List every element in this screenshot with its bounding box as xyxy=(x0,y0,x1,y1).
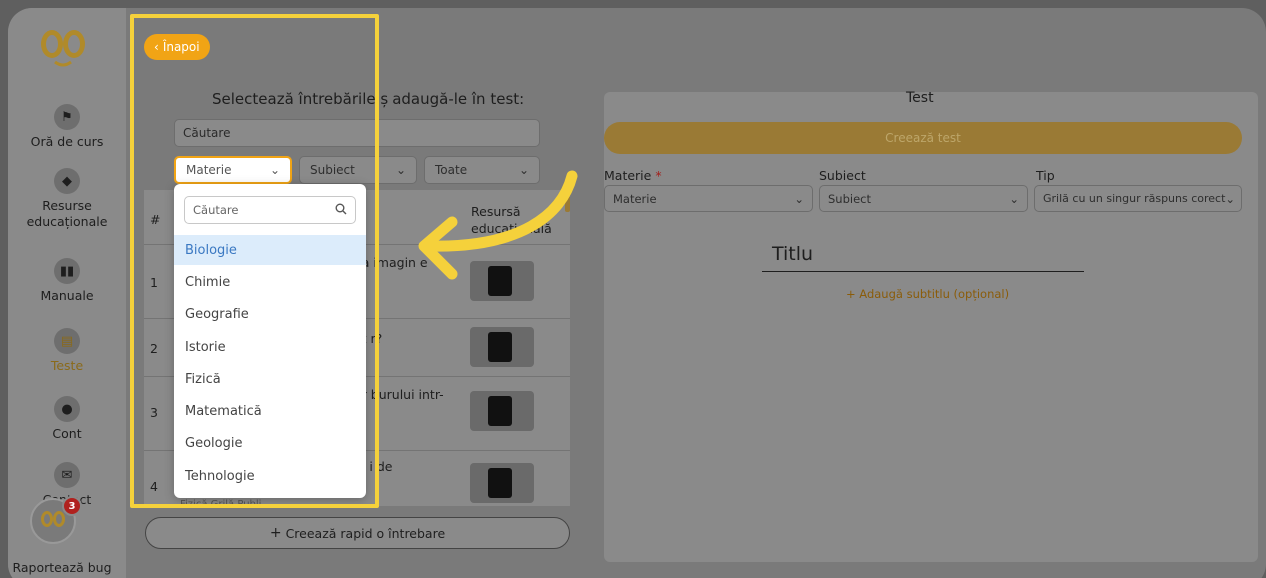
file-icon: ▤ xyxy=(54,328,80,354)
create-test-button[interactable]: Creează test xyxy=(604,122,1242,154)
col-resource-line1: Resursă xyxy=(471,204,521,219)
select-value: Materie xyxy=(613,191,657,206)
subiect-label: Subiect xyxy=(819,168,866,183)
back-button-label: Înapoi xyxy=(162,40,200,54)
test-materie-select[interactable]: Materie ⌄ xyxy=(604,185,813,212)
test-subiect-select[interactable]: Subiect ⌄ xyxy=(819,185,1028,212)
report-bug-label: Raportează bug xyxy=(12,560,112,575)
dropdown-option-tehnologie[interactable]: Tehnologie xyxy=(174,461,366,491)
dropdown-option-istorie[interactable]: Istorie xyxy=(174,332,366,362)
select-value: Grilă cu un singur răspuns corect xyxy=(1043,192,1226,205)
row-number: 1 xyxy=(150,275,158,290)
toate-filter-select[interactable]: Toate ⌄ xyxy=(424,156,540,184)
user-icon: ● xyxy=(54,396,80,422)
dropdown-option-geologie[interactable]: Geologie xyxy=(174,428,366,458)
add-subtitle-link[interactable]: + Adaugă subtitlu (opțional) xyxy=(846,287,1009,301)
scrollbar[interactable] xyxy=(565,196,570,212)
row-number: 2 xyxy=(150,341,158,356)
plus-icon: + xyxy=(269,525,282,541)
col-resource-header: Resursă educațională xyxy=(471,203,552,237)
dropdown-option-geografie[interactable]: Geografie xyxy=(174,299,366,329)
materie-dropdown-menu: Căutare Biologie Chimie Geografie Istori… xyxy=(174,184,366,498)
page-title: Selectează întrebările ș adaugă-le în tes… xyxy=(212,90,524,108)
dropdown-option-chimie[interactable]: Chimie xyxy=(174,267,366,297)
chevron-left-icon: ‹ xyxy=(154,40,159,54)
select-value: Materie xyxy=(186,163,232,177)
sidebar-item-label: Teste xyxy=(50,358,84,373)
title-part-1: Selectează întrebările ș xyxy=(212,90,389,108)
chevron-down-icon: ⌄ xyxy=(1009,191,1019,206)
row-number: 4 xyxy=(150,479,158,494)
dropdown-search-placeholder: Căutare xyxy=(193,203,239,217)
teacher-icon: ⚑ xyxy=(54,104,80,130)
resource-thumbnail xyxy=(470,327,534,367)
sidebar-item-ora-de-curs[interactable]: ⚑ Oră de curs xyxy=(8,104,126,149)
materie-label-text: Materie xyxy=(604,168,652,183)
question-search-input[interactable]: Căutare xyxy=(174,119,540,147)
required-mark: * xyxy=(655,168,662,183)
quick-create-question-button[interactable]: + Creează rapid o întrebare xyxy=(145,517,570,549)
chevron-down-icon: ⌄ xyxy=(395,163,406,177)
notification-badge: 3 xyxy=(62,496,82,516)
resource-thumbnail xyxy=(470,463,534,503)
cube-icon: ◆ xyxy=(54,168,80,194)
sidebar-item-resurse[interactable]: ◆ Resurse educaționale xyxy=(8,168,126,230)
tip-label: Tip xyxy=(1036,168,1055,183)
dropdown-search-input[interactable]: Căutare xyxy=(184,196,356,224)
test-title-input[interactable]: Titlu xyxy=(762,243,1084,272)
row-text: ar burului intr- xyxy=(354,387,444,402)
search-icon xyxy=(335,203,347,218)
book-icon: ▮▮ xyxy=(54,258,80,284)
sidebar-item-label: Cont xyxy=(52,426,82,441)
resource-thumbnail xyxy=(470,261,534,301)
select-value: Toate xyxy=(435,163,468,177)
quick-create-label: Creează rapid o întrebare xyxy=(285,525,446,541)
logo-icon[interactable] xyxy=(38,26,88,70)
sidebar-item-label: Resurse educaționale xyxy=(26,198,108,229)
partial-row-text: Fizică Grilă Publi... xyxy=(180,499,271,510)
select-value: Subiect xyxy=(310,163,355,177)
sidebar-item-teste[interactable]: ▤ Teste xyxy=(8,328,126,373)
test-panel-title: Test xyxy=(906,90,934,106)
sidebar: ⚑ Oră de curs ◆ Resurse educaționale ▮▮ … xyxy=(8,8,126,578)
resource-thumbnail xyxy=(470,391,534,431)
back-button[interactable]: ‹ Înapoi xyxy=(144,34,210,60)
materie-label: Materie * xyxy=(604,168,662,183)
materie-filter-select[interactable]: Materie ⌄ xyxy=(174,156,292,184)
subiect-filter-select[interactable]: Subiect ⌄ xyxy=(299,156,417,184)
test-editor-panel xyxy=(604,92,1258,562)
dropdown-option-fizica[interactable]: Fizică xyxy=(174,364,366,394)
search-placeholder: Căutare xyxy=(183,126,231,140)
test-tip-select[interactable]: Grilă cu un singur răspuns corect ⌄ xyxy=(1034,185,1242,212)
sidebar-item-cont[interactable]: ● Cont xyxy=(8,396,126,441)
dropdown-option-biologie[interactable]: Biologie xyxy=(174,235,366,265)
col-resource-line2: educațională xyxy=(471,221,552,236)
chevron-down-icon: ⌄ xyxy=(794,191,804,206)
col-num-header: # xyxy=(150,212,161,227)
chevron-down-icon: ⌄ xyxy=(269,163,280,177)
chevron-down-icon: ⌄ xyxy=(1225,191,1236,206)
sidebar-item-label: Manuale xyxy=(40,288,94,303)
row-number: 3 xyxy=(150,405,158,420)
plus-icon: + xyxy=(846,287,860,301)
add-subtitle-label: Adaugă subtitlu (opțional) xyxy=(859,287,1010,301)
sidebar-item-label: Oră de curs xyxy=(30,134,104,149)
select-value: Subiect xyxy=(828,191,871,206)
chevron-down-icon: ⌄ xyxy=(518,163,529,177)
sidebar-item-manuale[interactable]: ▮▮ Manuale xyxy=(8,258,126,303)
title-part-2: adaugă-le în test: xyxy=(392,90,525,108)
envelope-icon: ✉ xyxy=(54,462,80,488)
dropdown-option-matematica[interactable]: Matematică xyxy=(174,396,366,426)
